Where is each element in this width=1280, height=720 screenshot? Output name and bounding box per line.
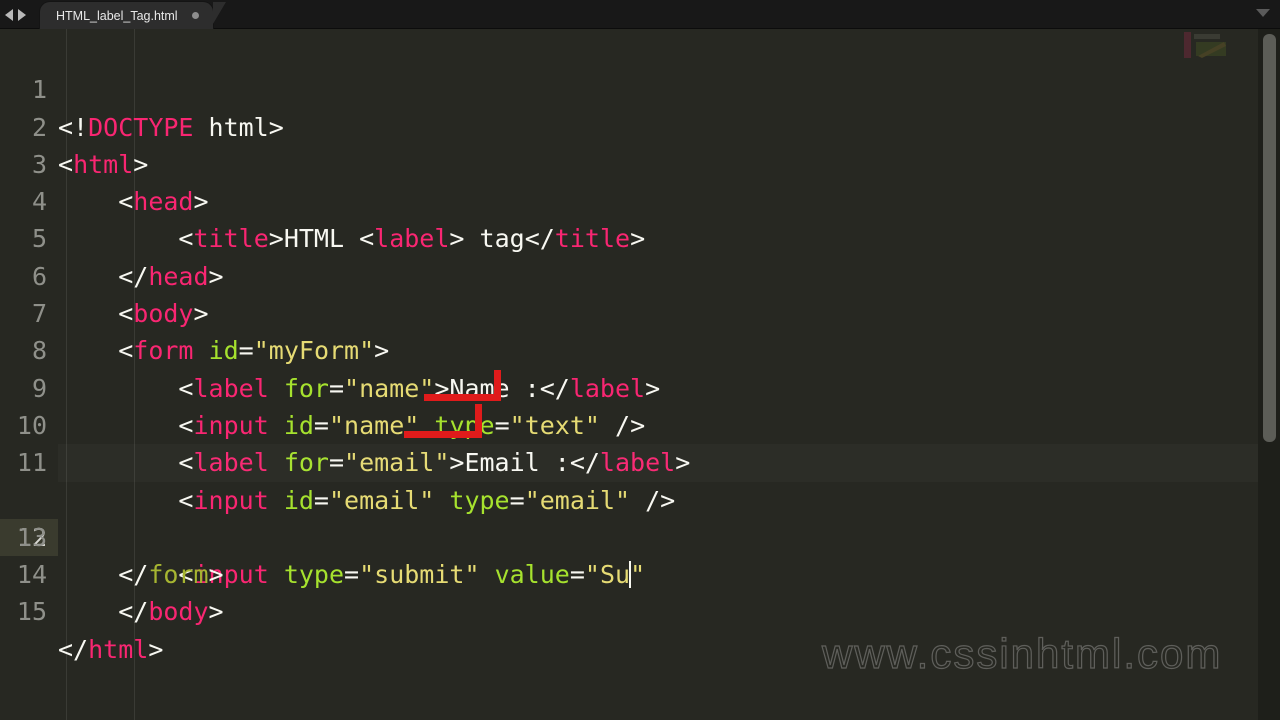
code-editor[interactable]: 1 <!DOCTYPE html> 2 <html> 3 <head> 4 <t…	[0, 29, 1280, 720]
email-label-underline-bar	[424, 394, 501, 401]
code-lines: 1 <!DOCTYPE html> 2 <html> 3 <head> 4 <t…	[0, 34, 1280, 664]
code-line[interactable]: 7 <form id="myForm">	[0, 258, 1280, 365]
code-line[interactable]: 15 </html>	[0, 556, 1280, 663]
site-logo-watermark	[1184, 32, 1226, 58]
tab-title: HTML_label_Tag.html	[56, 8, 178, 23]
chevron-down-icon[interactable]	[1256, 9, 1270, 17]
vertical-scrollbar-track[interactable]	[1258, 29, 1280, 720]
code-line[interactable]: 2 <html>	[0, 71, 1280, 179]
code-line[interactable]: 11 <input id="email" type="email" />	[0, 407, 1280, 514]
tab-nav-arrows	[5, 0, 26, 29]
tab-modified-dot-icon[interactable]	[191, 12, 199, 19]
code-line[interactable]: 14 </body>	[0, 519, 1280, 626]
code-line[interactable]: 6 <body>	[0, 220, 1280, 328]
vertical-scrollbar-thumb[interactable]	[1263, 34, 1276, 442]
email-id-underline-bar	[404, 431, 482, 438]
chevron-left-icon[interactable]	[5, 8, 13, 21]
code-line[interactable]: 13 </form>	[0, 482, 1280, 589]
code-line[interactable]: 4 <title>HTML <label> tag</title>	[0, 146, 1280, 253]
code-line[interactable]: 8 <label for="name">Name :</label>	[0, 295, 1280, 402]
tab-bar: HTML_label_Tag.html	[0, 0, 1280, 29]
code-line[interactable]: 5 </head>	[0, 183, 1280, 290]
code-line[interactable]: 9 <input id="name" type="text" />	[0, 332, 1280, 440]
code-line-active[interactable]: 12 <input type="submit" value="Su"	[0, 444, 1280, 589]
code-line[interactable]: 10 <label for="email">Email :</label>	[0, 370, 1280, 477]
line-content: </html>	[58, 634, 164, 664]
code-line[interactable]: 1 <!DOCTYPE html>	[0, 34, 1280, 141]
active-line-highlight	[58, 444, 1280, 481]
line-number: 15	[16, 597, 47, 627]
site-watermark-text: www.cssinhtml.com	[821, 629, 1223, 677]
chevron-right-icon[interactable]	[18, 8, 26, 21]
code-line[interactable]: 3 <head>	[0, 109, 1280, 216]
editor-tab-html-label-tag[interactable]: HTML_label_Tag.html	[40, 2, 229, 29]
